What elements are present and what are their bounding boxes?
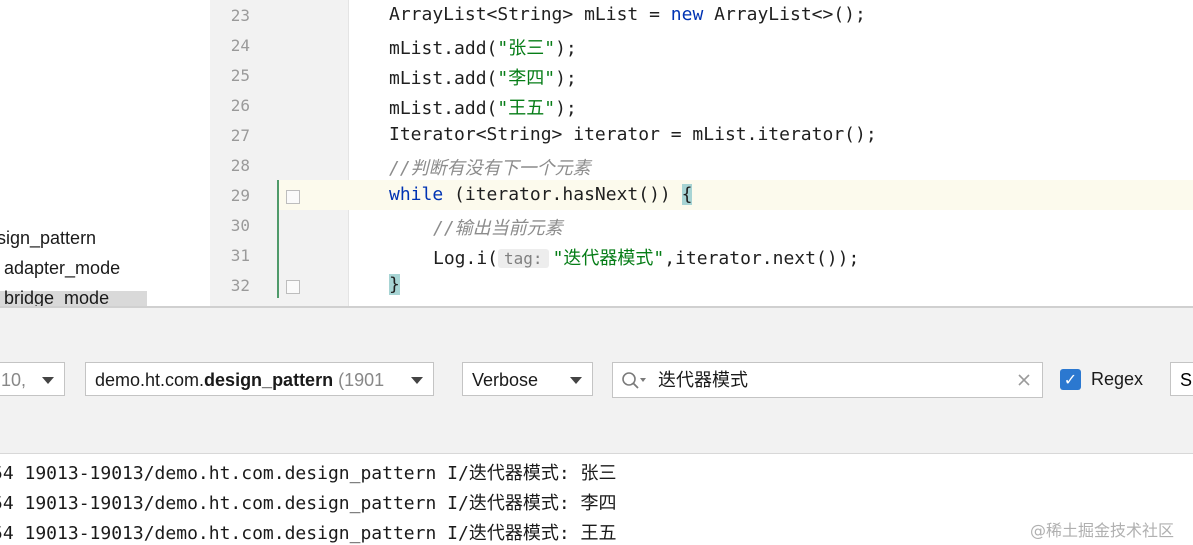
line-number: 31 [230,246,250,265]
line-number: 24 [230,36,250,55]
parameter-hint: tag: [498,249,549,268]
code-line-30: //输出当前元素 [433,218,563,239]
tree-item-adapter-mode[interactable]: adapter_mode [4,258,120,279]
code-line-25: mList.add("李四"); [389,68,577,89]
regex-label: Regex [1091,369,1144,389]
chevron-down-icon [411,377,423,384]
tree-item-design-pattern[interactable]: sign_pattern [0,228,96,249]
process-dropdown[interactable]: demo.ht.com.design_pattern (1901 [85,362,434,396]
logcat-search-input[interactable]: 迭代器模式 [612,362,1043,398]
code-line-24: mList.add("张三"); [389,38,577,59]
code-line-32: } [389,274,400,295]
line-number: 29 [230,186,250,205]
chevron-down-icon [42,377,54,384]
line-number: 26 [230,96,250,115]
fold-marker-icon[interactable] [286,190,300,204]
line-number: 25 [230,66,250,85]
line-number: 27 [230,126,250,145]
project-tree: sign_pattern adapter_mode bridge_mode [0,0,210,306]
log-line: 54 19013-19013/demo.ht.com.design_patter… [0,463,617,484]
line-number: 32 [230,276,250,295]
line-number: 28 [230,156,250,175]
code-line-31: Log.i(tag: "迭代器模式",iterator.next()); [433,248,860,269]
code-line-23: ArrayList<String> mList = new ArrayList<… [389,4,866,25]
chevron-down-icon [570,377,582,384]
fold-marker-icon[interactable] [286,280,300,294]
tree-item-bridge-mode[interactable]: bridge_mode [4,288,109,306]
watermark: @稀土掘金技术社区 [1030,521,1175,540]
code-line-28: //判断有没有下一个元素 [389,158,591,179]
search-icon [622,372,646,389]
code-line-26: mList.add("王五"); [389,98,577,119]
search-value: 迭代器模式 [658,370,748,390]
show-only-selected-button[interactable]: Sh [1170,362,1193,396]
vcs-change-marker [277,180,279,298]
log-line: 54 19013-19013/demo.ht.com.design_patter… [0,523,617,544]
code-line-29: while (iterator.hasNext()) { [389,184,693,205]
editor-gutter: 23 24 25 26 27 28 29 30 31 32 [210,0,349,306]
line-number: 30 [230,216,250,235]
device-dropdown[interactable]: 10, [0,362,65,396]
checkbox-checked-icon[interactable]: ✓ [1060,369,1081,390]
clear-icon[interactable] [1018,374,1030,386]
log-level-dropdown[interactable]: Verbose [462,362,593,396]
line-number: 23 [230,6,250,25]
code-line-27: Iterator<String> iterator = mList.iterat… [389,124,877,145]
logcat-output[interactable]: 54 19013-19013/demo.ht.com.design_patter… [0,453,1193,544]
log-line: 54 19013-19013/demo.ht.com.design_patter… [0,493,617,514]
